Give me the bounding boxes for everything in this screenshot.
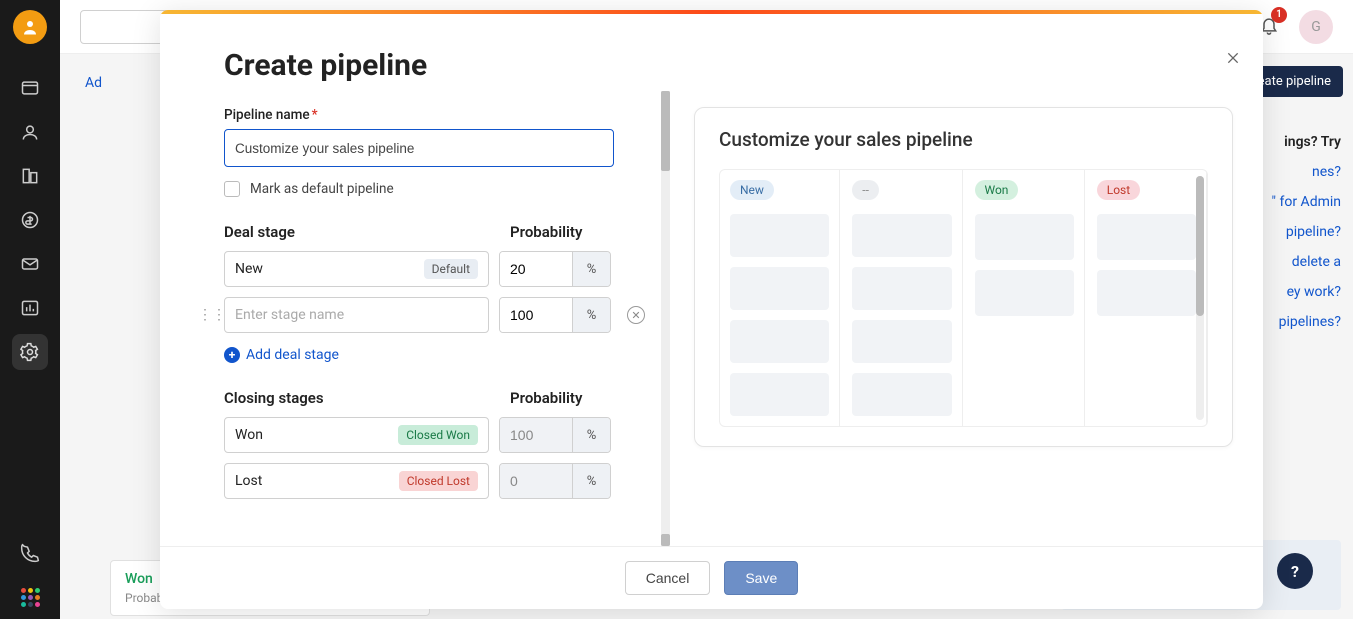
kanban-card-placeholder: [730, 267, 829, 310]
modal-backdrop: Create pipeline Pipeline name* Mark as d…: [60, 0, 1353, 619]
probability-value: [500, 418, 572, 452]
form-scrollbar-thumb[interactable]: [661, 91, 670, 171]
preview-card: Customize your sales pipeline New --: [694, 107, 1233, 447]
plus-icon: +: [224, 347, 240, 363]
percent-suffix: %: [572, 464, 610, 498]
percent-suffix: %: [572, 298, 610, 332]
save-button[interactable]: Save: [724, 561, 798, 595]
pipeline-preview: Customize your sales pipeline New --: [670, 91, 1263, 546]
kanban-col-won: Won: [965, 170, 1085, 426]
kanban-card-placeholder: [730, 320, 829, 363]
probability-value[interactable]: [500, 298, 572, 332]
stage-name-input-won[interactable]: Won Closed Won: [224, 417, 489, 453]
modal-footer: Cancel Save: [160, 546, 1263, 609]
nav-deals-icon[interactable]: [12, 202, 48, 238]
kanban-tag-won: Won: [975, 180, 1019, 200]
probability-header: Probability: [510, 223, 620, 241]
nav-apps-icon[interactable]: [12, 579, 48, 615]
kanban-card-placeholder: [852, 320, 951, 363]
nav-phone-icon[interactable]: [12, 535, 48, 571]
probability-input-blank[interactable]: %: [499, 297, 611, 333]
nav-dashboard-icon[interactable]: [12, 70, 48, 106]
kanban-card-placeholder: [1097, 214, 1196, 260]
close-icon[interactable]: [1225, 50, 1241, 70]
kanban-card-placeholder: [975, 214, 1074, 260]
preview-title: Customize your sales pipeline: [719, 128, 1208, 151]
kanban-card-placeholder: [975, 270, 1074, 316]
probability-input-lost: %: [499, 463, 611, 499]
kanban-card-placeholder: [852, 267, 951, 310]
default-pill: Default: [424, 259, 478, 279]
stage-name-value: New: [235, 261, 263, 277]
add-deal-stage-button[interactable]: + Add deal stage: [224, 347, 660, 363]
deal-stage-header: Deal stage: [224, 223, 494, 241]
probability-value: [500, 464, 572, 498]
pipeline-name-input[interactable]: [224, 129, 614, 167]
closing-stages-header: Closing stages: [224, 389, 494, 407]
form-scrollbar-thumb-bottom[interactable]: [661, 534, 670, 546]
remove-stage-icon[interactable]: ✕: [627, 306, 645, 324]
stage-name-input-lost[interactable]: Lost Closed Lost: [224, 463, 489, 499]
probability-value[interactable]: [500, 252, 572, 286]
kanban-preview: New --: [719, 169, 1208, 427]
left-nav-rail: [0, 0, 60, 619]
add-deal-stage-label: Add deal stage: [246, 347, 339, 363]
nav-accounts-icon[interactable]: [12, 158, 48, 194]
stage-name-input-blank[interactable]: Enter stage name: [224, 297, 489, 333]
kanban-tag-new: New: [730, 180, 774, 200]
probability-input-new[interactable]: %: [499, 251, 611, 287]
drag-handle-icon[interactable]: ⋮⋮: [198, 307, 226, 323]
kanban-card-placeholder: [852, 214, 951, 257]
brand-logo[interactable]: [13, 10, 47, 44]
kanban-scrollbar-thumb[interactable]: [1196, 176, 1204, 316]
probability-input-won: %: [499, 417, 611, 453]
pipeline-name-label: Pipeline name*: [224, 107, 660, 123]
cancel-button[interactable]: Cancel: [625, 561, 711, 595]
closed-won-pill: Closed Won: [398, 425, 478, 445]
modal-title: Create pipeline: [160, 14, 1263, 91]
nav-settings-icon[interactable]: [12, 334, 48, 370]
stage-name-value: Lost: [235, 473, 262, 489]
kanban-card-placeholder: [730, 214, 829, 257]
stage-name-placeholder: Enter stage name: [235, 307, 344, 323]
kanban-col-new: New: [720, 170, 840, 426]
mark-default-checkbox[interactable]: [224, 181, 240, 197]
stage-name-input-new[interactable]: New Default: [224, 251, 489, 287]
nav-reports-icon[interactable]: [12, 290, 48, 326]
percent-suffix: %: [572, 252, 610, 286]
kanban-card-placeholder: [730, 373, 829, 416]
kanban-tag-lost: Lost: [1097, 180, 1140, 200]
stage-name-value: Won: [235, 427, 263, 443]
percent-suffix: %: [572, 418, 610, 452]
closed-lost-pill: Closed Lost: [399, 471, 478, 491]
kanban-card-placeholder: [852, 373, 951, 416]
kanban-col-lost: Lost: [1087, 170, 1207, 426]
probability-header-2: Probability: [510, 389, 620, 407]
kanban-col-blank: --: [842, 170, 962, 426]
pipeline-form: Pipeline name* Mark as default pipeline …: [160, 91, 670, 546]
kanban-tag-blank: --: [852, 180, 879, 200]
nav-mail-icon[interactable]: [12, 246, 48, 282]
nav-contacts-icon[interactable]: [12, 114, 48, 150]
create-pipeline-modal: Create pipeline Pipeline name* Mark as d…: [160, 10, 1263, 609]
kanban-card-placeholder: [1097, 270, 1196, 316]
mark-default-label: Mark as default pipeline: [250, 181, 394, 197]
